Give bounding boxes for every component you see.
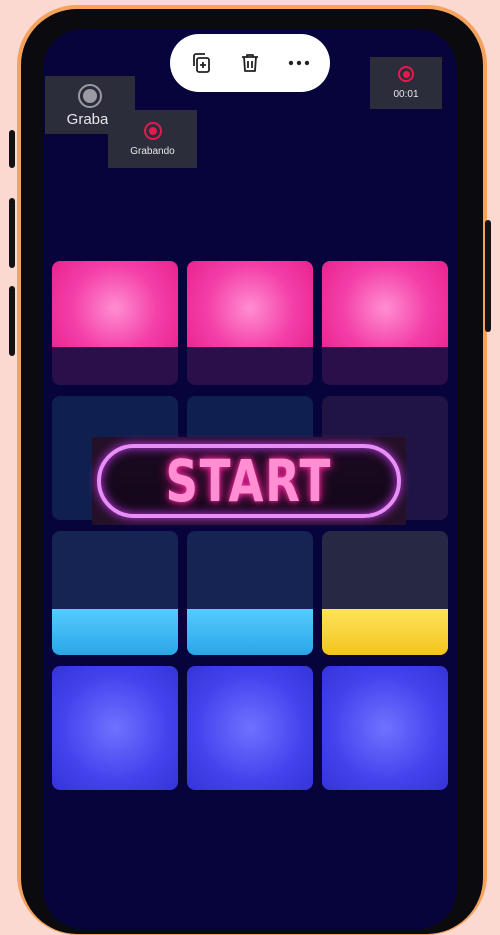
pad-2[interactable] bbox=[187, 261, 313, 385]
record-circle-icon bbox=[78, 83, 102, 108]
trash-icon bbox=[241, 54, 258, 72]
pad-7[interactable] bbox=[52, 531, 178, 655]
record-label: Grabar bbox=[66, 110, 114, 128]
pad-3[interactable] bbox=[322, 261, 448, 385]
side-button-left-3 bbox=[9, 286, 15, 356]
start-banner: START bbox=[92, 437, 406, 525]
start-label: START bbox=[165, 447, 333, 515]
duplicate-button[interactable] bbox=[181, 43, 221, 83]
delete-button[interactable] bbox=[230, 43, 270, 83]
pad-9[interactable] bbox=[322, 531, 448, 655]
more-options-icon bbox=[289, 60, 310, 66]
side-button-left-2 bbox=[9, 198, 15, 268]
duplicate-icon bbox=[192, 53, 210, 73]
pad-12[interactable] bbox=[322, 666, 448, 790]
recording-dot-icon bbox=[143, 121, 162, 140]
recording-label: Grabando bbox=[130, 145, 175, 157]
timer-value: 00:01 bbox=[393, 89, 419, 100]
side-button-right bbox=[485, 220, 491, 332]
side-button-left-1 bbox=[9, 130, 15, 168]
start-button[interactable]: START bbox=[97, 444, 401, 518]
pad-10[interactable] bbox=[52, 666, 178, 790]
pad-11[interactable] bbox=[187, 666, 313, 790]
recording-status[interactable]: Grabando bbox=[108, 110, 197, 168]
pad-8[interactable] bbox=[187, 531, 313, 655]
recording-timer[interactable]: 00:01 bbox=[370, 57, 442, 109]
floating-toolbar bbox=[170, 34, 330, 92]
timer-dot-icon bbox=[398, 66, 414, 82]
pad-1[interactable] bbox=[52, 261, 178, 385]
more-button[interactable] bbox=[279, 43, 319, 83]
